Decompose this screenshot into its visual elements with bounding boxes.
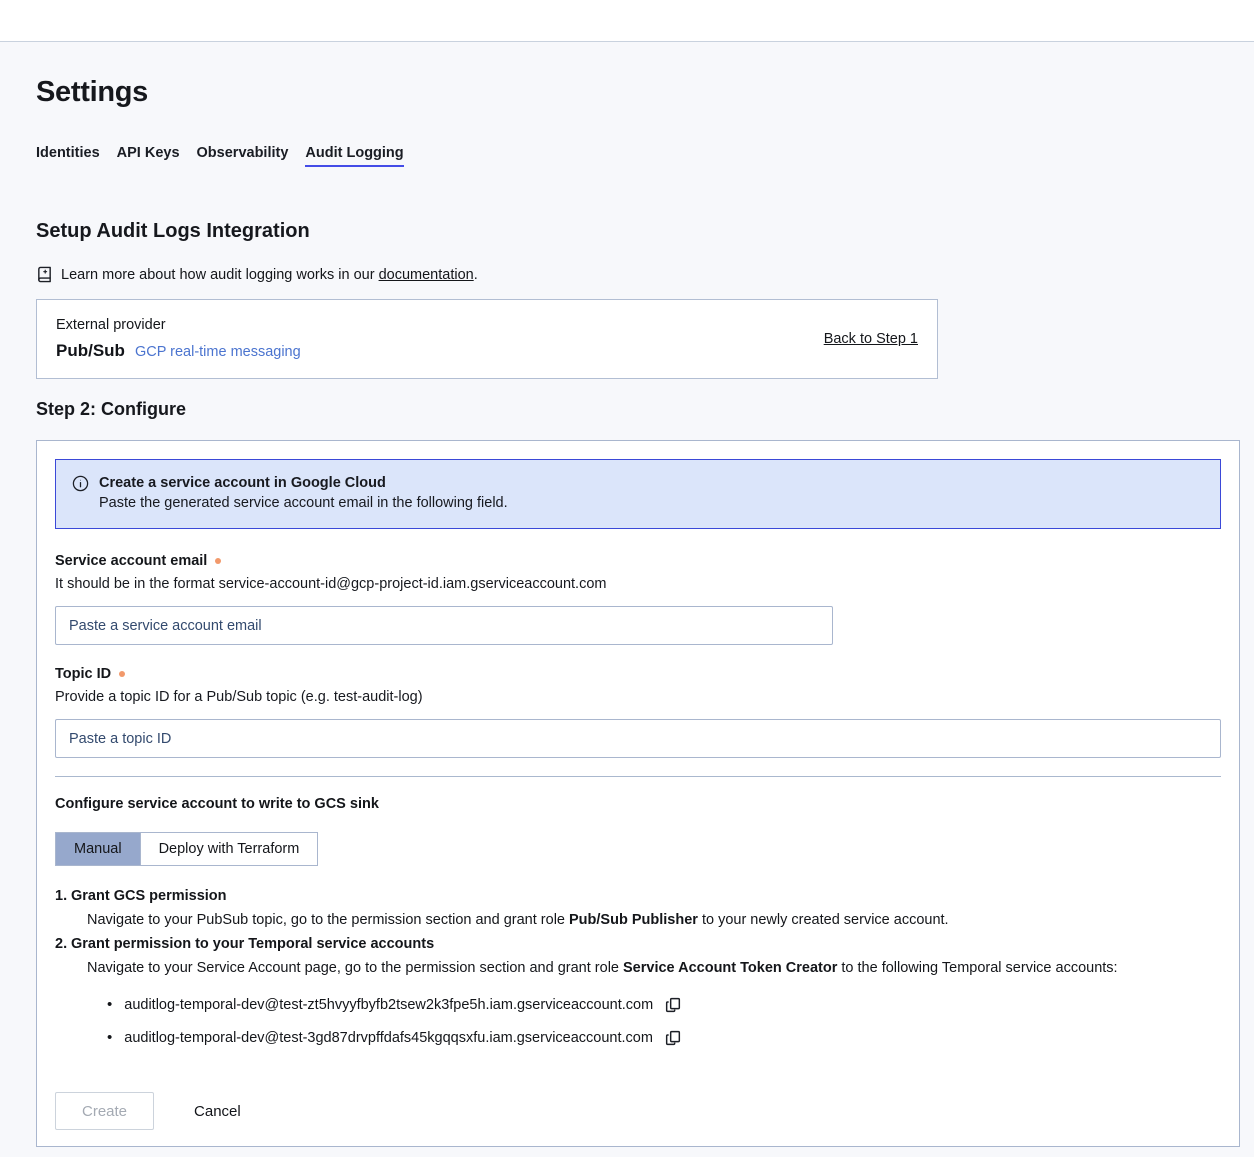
topic-id-label: Topic ID	[55, 666, 111, 682]
tab-observability[interactable]: Observability	[197, 145, 289, 167]
tab-deploy-terraform[interactable]: Deploy with Terraform	[140, 833, 318, 865]
create-button[interactable]: Create	[55, 1092, 154, 1130]
step2-title: Step 2: Configure	[36, 399, 1240, 420]
step-number: 1.	[55, 884, 71, 908]
tab-api-keys[interactable]: API Keys	[117, 145, 180, 167]
provider-name: Pub/Sub	[56, 341, 125, 361]
info-banner-text: Create a service account in Google Cloud…	[99, 473, 508, 513]
bullet: •	[107, 997, 112, 1013]
step2-config-panel: Create a service account in Google Cloud…	[36, 440, 1240, 1147]
divider	[55, 776, 1221, 777]
gcs-sink-heading: Configure service account to write to GC…	[55, 796, 1221, 812]
step-title: Grant GCS permission	[71, 888, 227, 904]
bullet: •	[107, 1030, 112, 1046]
settings-page: Settings Identities API Keys Observabili…	[0, 76, 1254, 1147]
service-email-helper: It should be in the format service-accou…	[55, 576, 1221, 592]
service-account-email: auditlog-temporal-dev@test-3gd87drvpffda…	[124, 1030, 653, 1046]
service-email-label: Service account email	[55, 553, 207, 569]
page-title: Settings	[36, 76, 1240, 109]
tab-manual[interactable]: Manual	[56, 833, 140, 865]
copy-icon	[665, 1030, 681, 1046]
service-account-row: • auditlog-temporal-dev@test-3gd87drvpff…	[55, 1030, 1221, 1046]
topic-id-input[interactable]	[55, 719, 1221, 758]
info-banner-title: Create a service account in Google Cloud	[99, 473, 508, 493]
step-title: Grant permission to your Temporal servic…	[71, 936, 434, 952]
learn-more-row: Learn more about how audit logging works…	[36, 266, 1240, 283]
copy-icon	[665, 997, 681, 1013]
provider-tagline: GCP real-time messaging	[135, 344, 301, 360]
documentation-link[interactable]: documentation	[379, 267, 474, 283]
required-dot	[119, 671, 125, 677]
step-description: Navigate to your PubSub topic, go to the…	[55, 908, 1221, 932]
step-number: 2.	[55, 932, 71, 956]
top-bar	[0, 0, 1254, 42]
instruction-step-1: 1.Grant GCS permission Navigate to your …	[55, 884, 1221, 932]
service-email-label-row: Service account email	[55, 553, 1221, 569]
info-icon	[72, 475, 89, 513]
back-to-step1-link[interactable]: Back to Step 1	[824, 331, 918, 347]
learn-more-text: Learn more about how audit logging works…	[61, 267, 478, 283]
copy-button[interactable]	[665, 1030, 681, 1046]
service-account-row: • auditlog-temporal-dev@test-zt5hvyyfbyf…	[55, 997, 1221, 1013]
topic-id-label-row: Topic ID	[55, 666, 1221, 682]
tab-identities[interactable]: Identities	[36, 145, 100, 167]
instruction-list: 1.Grant GCS permission Navigate to your …	[55, 884, 1221, 980]
info-banner-description: Paste the generated service account emai…	[99, 493, 508, 513]
service-email-input[interactable]	[55, 606, 833, 645]
required-dot	[215, 558, 221, 564]
instruction-step-2: 2.Grant permission to your Temporal serv…	[55, 932, 1221, 980]
book-icon	[36, 266, 53, 283]
step-description: Navigate to your Service Account page, g…	[55, 956, 1221, 980]
tab-audit-logging[interactable]: Audit Logging	[305, 145, 403, 167]
section-title: Setup Audit Logs Integration	[36, 220, 1240, 243]
provider-label: External provider	[56, 317, 301, 333]
topic-id-helper: Provide a topic ID for a Pub/Sub topic (…	[55, 689, 1221, 705]
provider-info: External provider Pub/Sub GCP real-time …	[56, 317, 301, 361]
settings-tabs: Identities API Keys Observability Audit …	[36, 145, 1240, 167]
service-account-email: auditlog-temporal-dev@test-zt5hvyyfbyfb2…	[124, 997, 653, 1013]
provider-card: External provider Pub/Sub GCP real-time …	[36, 299, 938, 379]
copy-button[interactable]	[665, 997, 681, 1013]
provider-row: Pub/Sub GCP real-time messaging	[56, 341, 301, 361]
deploy-mode-tabs: Manual Deploy with Terraform	[55, 832, 318, 866]
cancel-button[interactable]: Cancel	[188, 1102, 247, 1121]
form-actions: Create Cancel	[55, 1092, 1221, 1130]
info-banner: Create a service account in Google Cloud…	[55, 459, 1221, 529]
